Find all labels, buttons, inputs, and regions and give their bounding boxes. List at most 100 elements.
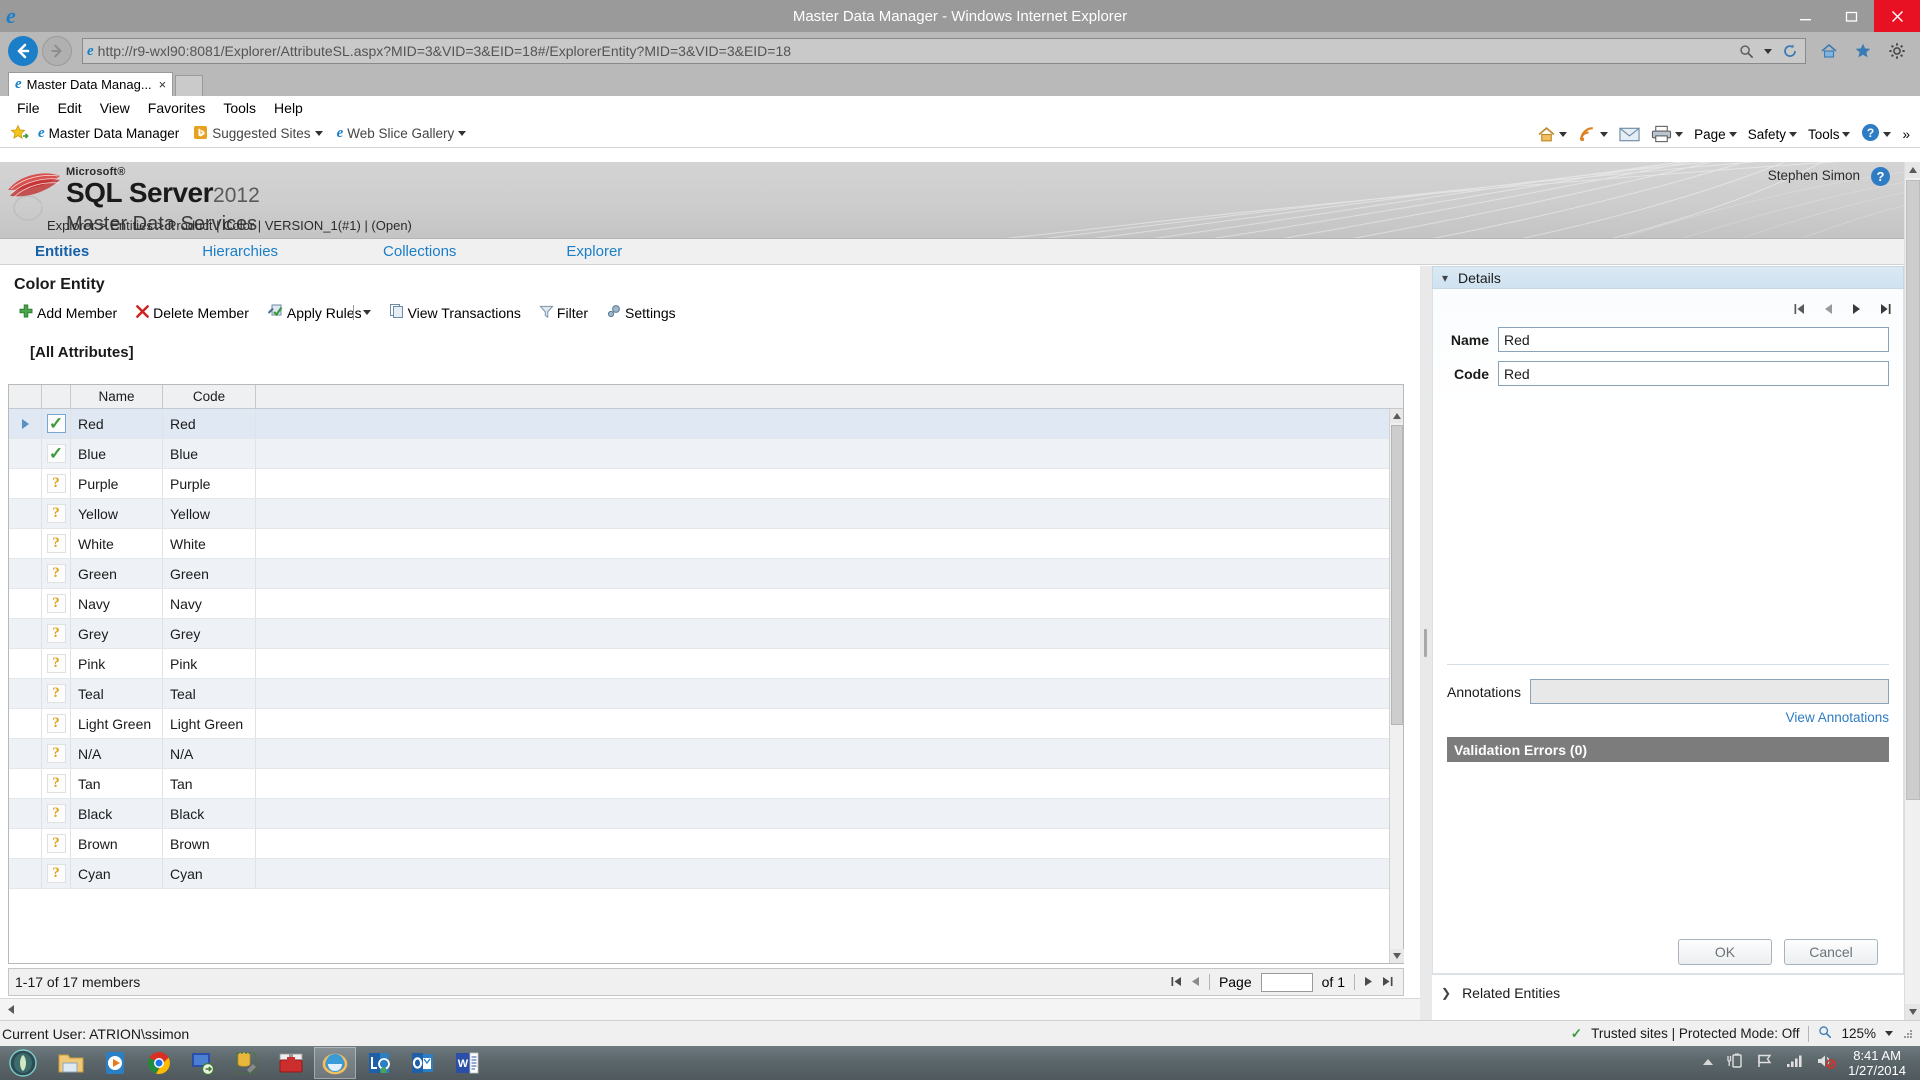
table-row[interactable]: ?Light GreenLight Green xyxy=(9,709,1389,739)
action-center-flag-icon[interactable] xyxy=(1756,1053,1774,1074)
last-record-icon[interactable] xyxy=(1880,303,1891,318)
row-selector[interactable] xyxy=(9,679,42,708)
back-button[interactable] xyxy=(8,36,38,66)
close-button[interactable] xyxy=(1874,0,1920,32)
cell-name[interactable]: Blue xyxy=(71,439,163,468)
favorites-star-icon[interactable] xyxy=(1852,40,1874,62)
table-row[interactable]: ?TealTeal xyxy=(9,679,1389,709)
chevron-down-icon[interactable] xyxy=(1559,132,1567,137)
table-row[interactable]: ?BrownBrown xyxy=(9,829,1389,859)
grid-header-name[interactable]: Name xyxy=(71,385,163,408)
outlook-icon[interactable] xyxy=(402,1047,444,1079)
cell-name[interactable]: N/A xyxy=(71,739,163,768)
related-entities-panel[interactable]: ❯ Related Entities xyxy=(1432,974,1904,1020)
menu-view[interactable]: View xyxy=(91,96,139,120)
word-icon[interactable]: W xyxy=(446,1047,488,1079)
table-row[interactable]: ?PinkPink xyxy=(9,649,1389,679)
row-selector[interactable] xyxy=(9,589,42,618)
table-row[interactable]: ?TanTan xyxy=(9,769,1389,799)
cell-code[interactable]: Yellow xyxy=(163,499,256,528)
table-row[interactable]: ?WhiteWhite xyxy=(9,529,1389,559)
tab-close-icon[interactable]: × xyxy=(159,77,167,92)
next-page-icon[interactable] xyxy=(1364,974,1373,990)
internet-explorer-icon[interactable] xyxy=(314,1047,356,1079)
tab-hierarchies[interactable]: Hierarchies xyxy=(202,243,278,260)
toolbox-icon[interactable] xyxy=(270,1047,312,1079)
chevron-down-icon[interactable]: ▾ xyxy=(1442,271,1448,285)
menu-edit[interactable]: Edit xyxy=(49,96,91,120)
chrome-icon[interactable] xyxy=(138,1047,180,1079)
cell-code[interactable]: Light Green xyxy=(163,709,256,738)
chevron-down-icon[interactable] xyxy=(315,131,323,136)
minimize-button[interactable] xyxy=(1782,0,1828,32)
restore-button[interactable] xyxy=(1828,0,1874,32)
menu-help[interactable]: Help xyxy=(265,96,312,120)
splitter-grip[interactable] xyxy=(1424,629,1427,657)
cmd-overflow-button[interactable]: » xyxy=(1898,127,1914,142)
page-vertical-scrollbar[interactable] xyxy=(1904,162,1920,1020)
cell-name[interactable]: Brown xyxy=(71,829,163,858)
chevron-down-icon[interactable] xyxy=(1885,1031,1893,1036)
sql-tools-icon[interactable] xyxy=(226,1047,268,1079)
zoom-icon[interactable] xyxy=(1818,1025,1832,1042)
chevron-down-icon[interactable] xyxy=(1789,132,1797,137)
cell-code[interactable]: White xyxy=(163,529,256,558)
view-transactions-button[interactable]: View Transactions xyxy=(389,303,521,322)
filter-button[interactable]: Filter xyxy=(539,304,588,322)
name-input[interactable]: Red xyxy=(1498,327,1889,352)
cmd-home-button[interactable] xyxy=(1533,125,1571,144)
page-scroll-thumb[interactable] xyxy=(1906,180,1920,800)
cell-name[interactable]: Tan xyxy=(71,769,163,798)
scroll-left-icon[interactable] xyxy=(0,999,22,1020)
scroll-down-icon[interactable] xyxy=(1390,949,1404,963)
table-row[interactable]: ?GreyGrey xyxy=(9,619,1389,649)
row-selector[interactable] xyxy=(9,439,42,468)
row-selector[interactable] xyxy=(9,799,42,828)
cell-code[interactable]: Brown xyxy=(163,829,256,858)
next-record-icon[interactable] xyxy=(1852,303,1861,318)
browser-tab[interactable]: e Master Data Manag... × xyxy=(8,72,173,96)
row-selector[interactable] xyxy=(9,409,42,438)
cell-name[interactable]: Cyan xyxy=(71,859,163,888)
cell-code[interactable]: Blue xyxy=(163,439,256,468)
security-zone-label[interactable]: Trusted sites | Protected Mode: Off xyxy=(1591,1026,1799,1041)
table-row[interactable]: ✓RedRed xyxy=(9,409,1389,439)
network-signal-icon[interactable] xyxy=(1786,1053,1804,1074)
row-selector[interactable] xyxy=(9,829,42,858)
menu-tools[interactable]: Tools xyxy=(214,96,265,120)
cell-code[interactable]: Purple xyxy=(163,469,256,498)
row-selector[interactable] xyxy=(9,559,42,588)
prev-page-icon[interactable] xyxy=(1191,974,1200,990)
row-selector[interactable] xyxy=(9,619,42,648)
cell-code[interactable]: Navy xyxy=(163,589,256,618)
favorite-master-data-manager[interactable]: e Master Data Manager xyxy=(32,125,185,142)
show-hidden-icons-icon[interactable] xyxy=(1702,1054,1714,1072)
chevron-down-icon[interactable] xyxy=(1600,132,1608,137)
cell-code[interactable]: Grey xyxy=(163,619,256,648)
scroll-up-icon[interactable] xyxy=(1390,409,1403,423)
first-record-icon[interactable] xyxy=(1794,303,1805,318)
apply-rules-button[interactable]: Apply Rules xyxy=(267,303,371,322)
cell-code[interactable]: Cyan xyxy=(163,859,256,888)
cmd-tools-button[interactable]: Tools xyxy=(1804,127,1855,142)
ok-button[interactable]: OK xyxy=(1678,939,1772,965)
cell-name[interactable]: Light Green xyxy=(71,709,163,738)
first-page-icon[interactable] xyxy=(1171,974,1182,990)
last-page-icon[interactable] xyxy=(1382,974,1393,990)
home-icon[interactable] xyxy=(1818,40,1840,62)
cancel-button[interactable]: Cancel xyxy=(1784,939,1878,965)
annotations-input[interactable] xyxy=(1530,679,1889,704)
tab-entities[interactable]: Entities xyxy=(35,243,89,260)
forward-button[interactable] xyxy=(42,36,72,66)
resize-grip-icon[interactable] xyxy=(1902,1028,1914,1040)
row-selector[interactable] xyxy=(9,649,42,678)
file-explorer-icon[interactable] xyxy=(50,1047,92,1079)
chevron-down-icon[interactable] xyxy=(458,131,466,136)
chevron-right-icon[interactable]: ❯ xyxy=(1441,986,1451,1000)
menu-favorites[interactable]: Favorites xyxy=(139,96,215,120)
help-icon[interactable]: ? xyxy=(1871,167,1890,186)
volume-muted-icon[interactable] xyxy=(1816,1053,1836,1074)
add-favorite-star-icon[interactable] xyxy=(8,123,30,145)
cmd-page-button[interactable]: Page xyxy=(1690,127,1741,142)
row-selector[interactable] xyxy=(9,499,42,528)
